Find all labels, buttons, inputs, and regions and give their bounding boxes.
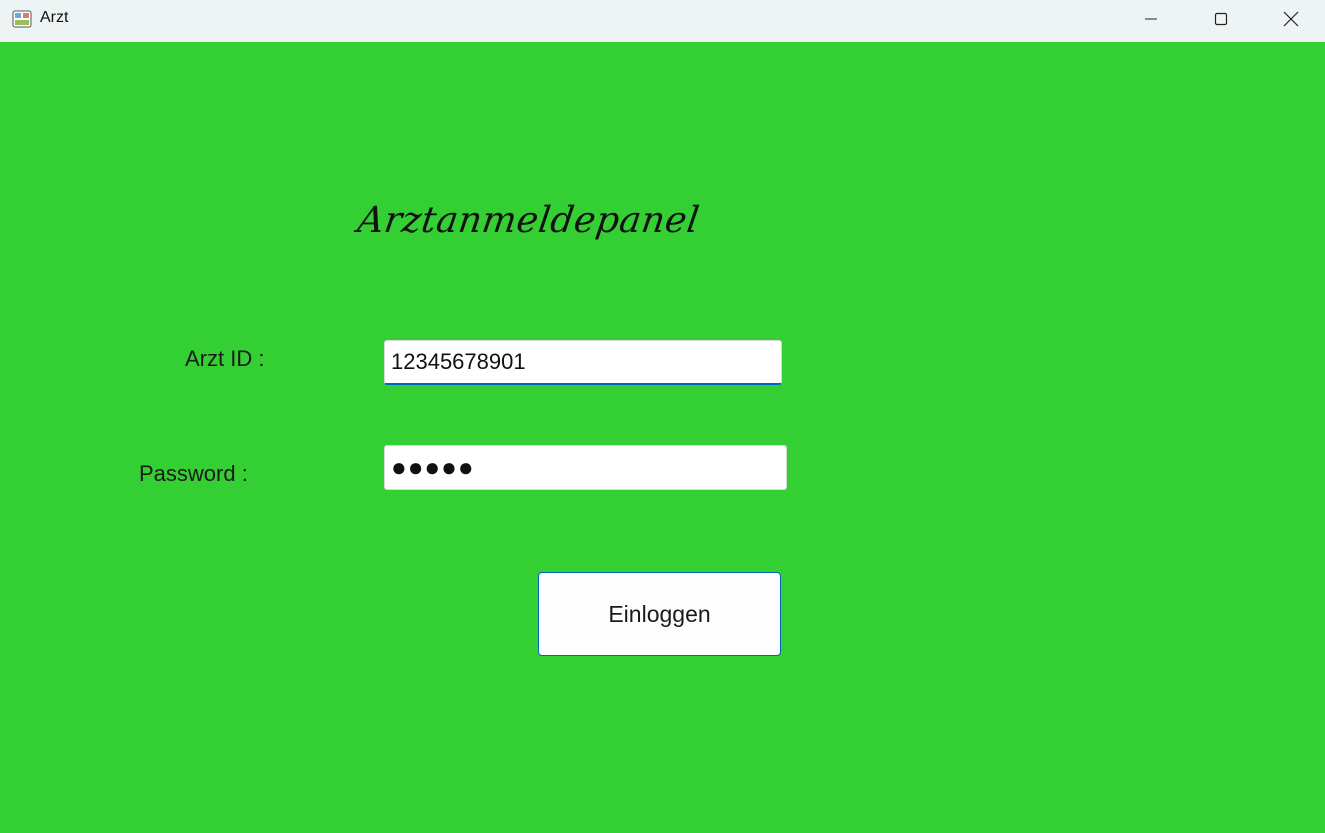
arzt-id-input[interactable] [384,340,782,385]
login-button[interactable]: Einloggen [538,572,781,656]
window-title: Arzt [40,9,69,26]
close-button[interactable] [1256,0,1325,42]
maximize-icon [1214,12,1228,31]
app-icon [12,10,32,28]
arzt-id-label: Arzt ID : [185,346,265,371]
password-label: Password : [139,461,248,486]
title-bar[interactable]: Arzt [0,0,1325,42]
close-icon [1283,11,1299,32]
panel-title: Arztanmeldepanel [355,200,702,241]
maximize-button[interactable] [1186,0,1256,42]
password-input[interactable] [384,445,787,490]
minimize-button[interactable] [1116,0,1186,42]
minimize-icon [1144,12,1158,31]
app-window: Arzt Arztanmeldepanel Arzt ID : Password… [0,0,1325,833]
